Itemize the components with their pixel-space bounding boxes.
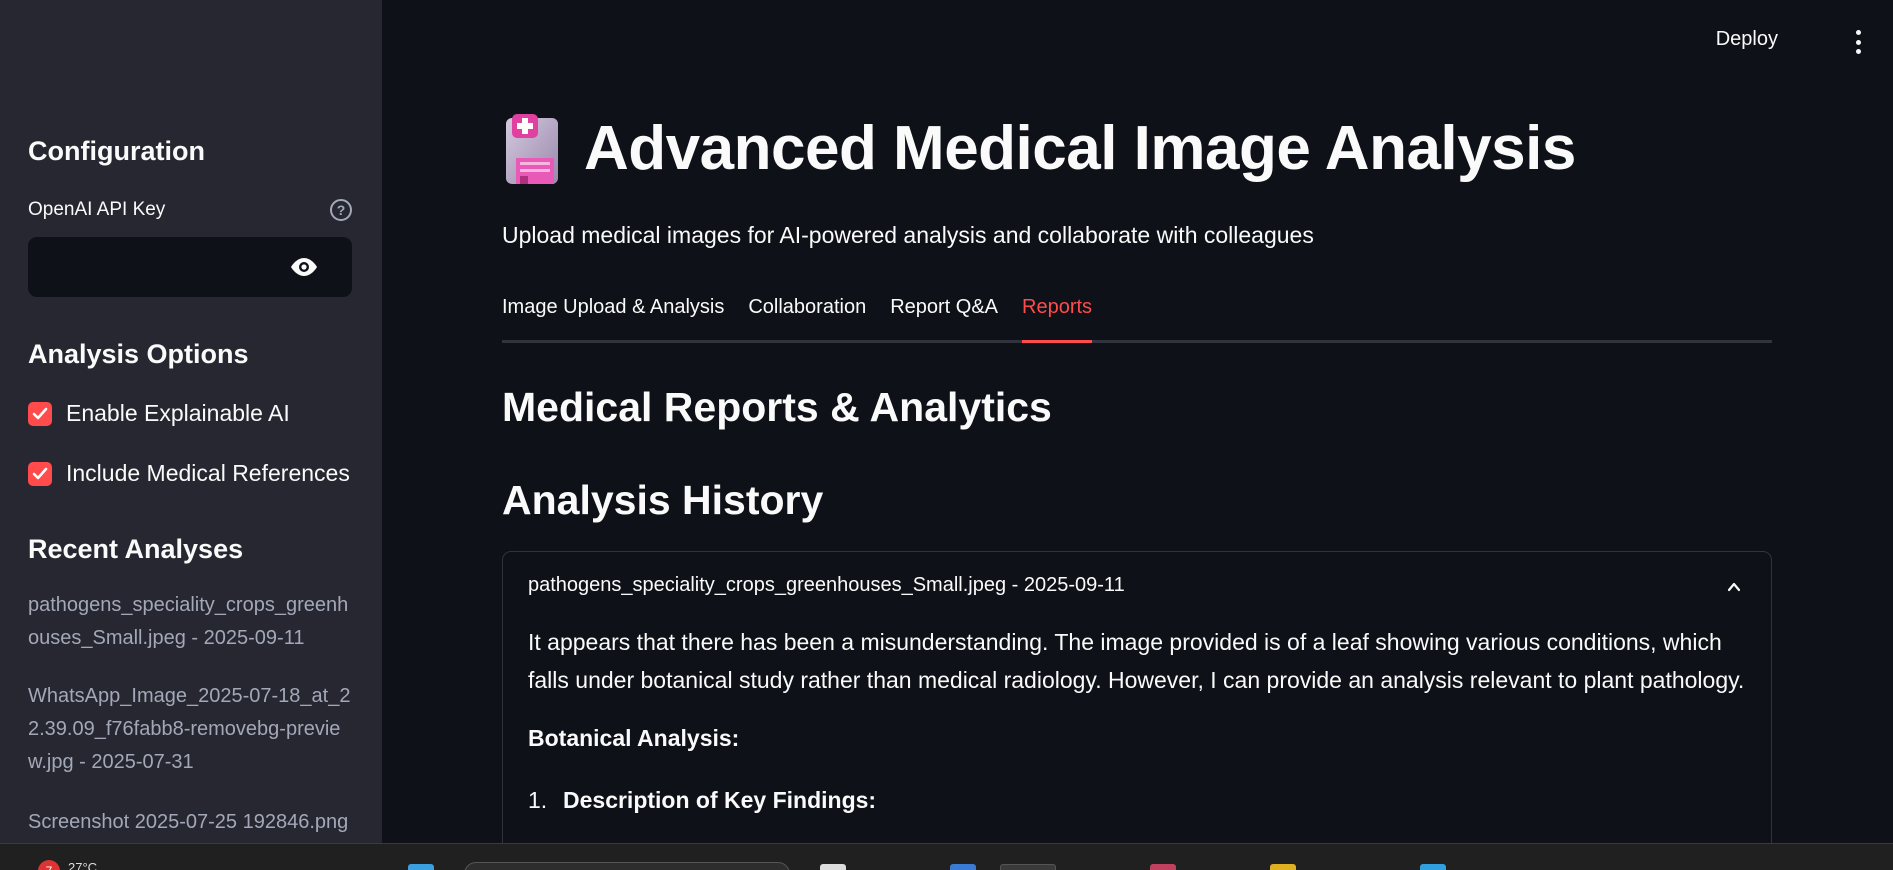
app-window: Configuration OpenAI API Key ? Analysis …	[0, 0, 1893, 870]
configuration-heading: Configuration	[28, 136, 205, 166]
explainable-ai-checkbox[interactable]: Enable Explainable AI	[28, 400, 290, 427]
api-key-label-row: OpenAI API Key ?	[28, 199, 352, 221]
tab-report-qa[interactable]: Report Q&A	[890, 290, 998, 343]
deploy-button[interactable]: Deploy	[1716, 28, 1778, 51]
checkbox-checked-icon[interactable]	[28, 401, 52, 426]
help-icon[interactable]: ?	[330, 199, 352, 221]
analysis-expander: pathogens_speciality_crops_greenhouses_S…	[502, 551, 1772, 851]
section-title: Medical Reports & Analytics	[502, 384, 1052, 430]
tab-reports[interactable]: Reports	[1022, 290, 1093, 343]
app-icon[interactable]	[1270, 864, 1296, 870]
temperature-text: 27°C	[68, 860, 98, 870]
app-icon[interactable]	[950, 864, 976, 870]
app-icon[interactable]	[1420, 864, 1446, 870]
app-icon[interactable]	[1150, 864, 1176, 870]
page-header: Advanced Medical Image Analysis	[502, 112, 1576, 184]
analysis-options-heading: Analysis Options	[28, 339, 249, 369]
medical-references-checkbox[interactable]: Include Medical References	[28, 460, 350, 487]
start-icon[interactable]	[408, 864, 434, 870]
kebab-menu-icon[interactable]	[1855, 30, 1861, 54]
page-subtitle: Upload medical images for AI-powered ana…	[502, 222, 1314, 248]
medical-references-label: Include Medical References	[66, 460, 350, 486]
tab-collaboration[interactable]: Collaboration	[748, 290, 866, 343]
taskbar-search[interactable]	[464, 862, 790, 870]
list-item-text: Description of Key Findings:	[563, 787, 877, 813]
explainable-ai-label: Enable Explainable AI	[66, 400, 290, 426]
tab-image-upload[interactable]: Image Upload & Analysis	[502, 290, 724, 343]
page-title: Advanced Medical Image Analysis	[584, 113, 1576, 183]
sidebar: Configuration OpenAI API Key ? Analysis …	[0, 0, 382, 843]
botanical-analysis-heading: Botanical Analysis:	[528, 725, 740, 751]
recent-analyses-heading: Recent Analyses	[28, 534, 244, 564]
recent-analysis-item[interactable]: Screenshot 2025-07-25 192846.png -	[28, 806, 352, 843]
api-key-label: OpenAI API Key	[28, 199, 166, 220]
hospital-icon	[506, 114, 558, 184]
expander-header[interactable]: pathogens_speciality_crops_greenhouses_S…	[528, 574, 1125, 597]
recent-analysis-item[interactable]: WhatsApp_Image_2025-07-18_at_22.39.09_f7…	[28, 680, 352, 779]
list-item: 1. Description of Key Findings:	[528, 787, 876, 814]
app-icon[interactable]	[1000, 864, 1056, 870]
taskview-icon[interactable]	[820, 864, 846, 870]
analysis-paragraph: It appears that there has been a misunde…	[528, 629, 1745, 693]
recent-analysis-item[interactable]: pathogens_speciality_crops_greenhouses_S…	[28, 589, 352, 655]
tab-bar: Image Upload & Analysis Collaboration Re…	[502, 290, 1772, 343]
os-taskbar: 7 27°C	[0, 843, 1893, 870]
api-key-input[interactable]	[28, 237, 352, 297]
list-number: 1.	[528, 787, 548, 813]
checkbox-checked-icon[interactable]	[28, 461, 52, 486]
history-title: Analysis History	[502, 477, 824, 523]
chevron-up-icon[interactable]	[1727, 580, 1741, 594]
weather-badge[interactable]: 7	[38, 860, 60, 870]
eye-icon[interactable]	[290, 256, 318, 278]
